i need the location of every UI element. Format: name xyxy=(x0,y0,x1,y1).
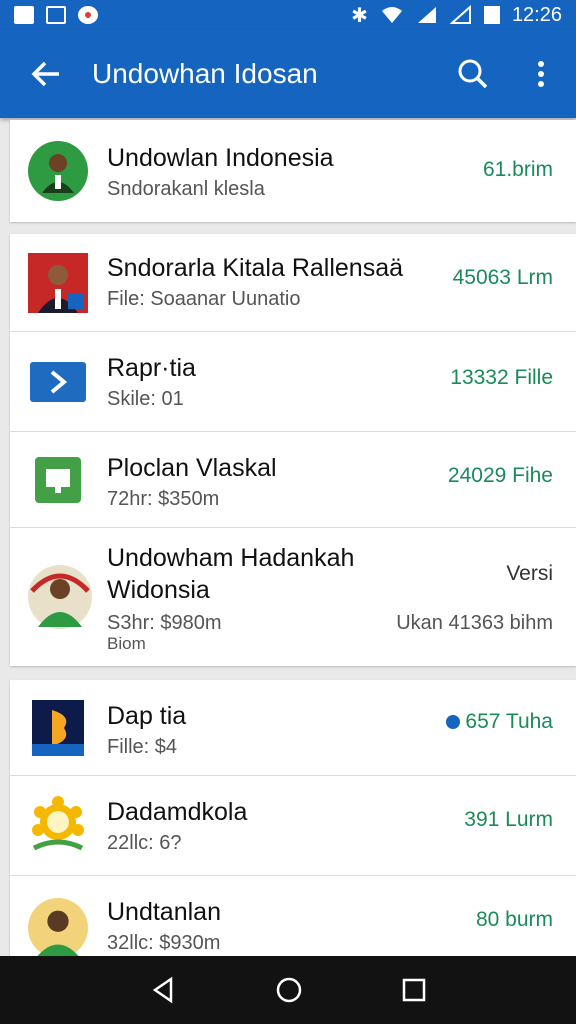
battery-icon xyxy=(483,6,500,24)
avatar xyxy=(28,141,88,201)
item-subtitle: 32llc: $930m xyxy=(107,932,221,954)
item-subtitle: File: Soaanar Uunatio xyxy=(107,288,301,310)
avatar xyxy=(28,565,92,629)
record-notification-icon xyxy=(78,6,98,24)
item-title: Dap tia xyxy=(107,702,187,730)
wifi-icon xyxy=(381,7,402,23)
item-subtitle: S3hr: $980m xyxy=(107,612,222,634)
thumbnail xyxy=(28,795,88,856)
arrow-back-icon xyxy=(31,61,59,87)
signal-icon-2 xyxy=(449,5,471,24)
list-item[interactable]: Rapr·tia Skile: 01 13332 Fille xyxy=(10,332,576,432)
recents-nav-icon[interactable] xyxy=(401,977,427,1003)
item-subtitle: 72hr: $350m xyxy=(107,488,220,510)
item-subtitle: Fille: $4 xyxy=(107,736,178,758)
list-item[interactable]: Undtanlan 32llc: $930m 80 burm xyxy=(10,876,576,958)
item-subtitle-line2: Biom xyxy=(107,634,146,653)
photo-notification-icon xyxy=(46,6,66,24)
sun-icon xyxy=(32,795,84,850)
tag-icon xyxy=(446,715,461,729)
item-meta: 13332 Fille xyxy=(450,366,553,389)
item-title: Undtanlan xyxy=(107,898,221,926)
item-meta: Versi xyxy=(506,562,553,585)
thumbnail xyxy=(28,252,88,313)
item-title: Undowham Hadankah xyxy=(107,544,355,572)
card-1: Undowlan Indonesia Sndorakanl klesla 61.… xyxy=(10,120,576,222)
item-title: Ploclan Vlaskal xyxy=(107,454,277,482)
chevron-right-icon xyxy=(30,361,86,402)
signal-icon xyxy=(417,7,436,23)
item-meta: 61.brim xyxy=(482,158,553,181)
avatar xyxy=(28,898,88,958)
item-meta-line2: Ukan 41363 bihm xyxy=(396,612,553,634)
item-title: Sndorarla Kitala Rallensaä xyxy=(107,254,404,282)
item-title: Rapr·tia xyxy=(107,354,196,382)
monitor-icon xyxy=(35,456,81,503)
item-subtitle: Sndorakanl klesla xyxy=(107,178,265,200)
thumbnail xyxy=(28,450,88,510)
item-title-line2: Widonsia xyxy=(107,576,210,604)
back-nav-icon[interactable] xyxy=(149,976,177,1004)
item-meta: 657 Tuha xyxy=(465,710,553,733)
item-meta: 391 Lurm xyxy=(464,808,553,831)
list-item[interactable]: Ploclan Vlaskal 72hr: $350m 24029 Fihe xyxy=(10,432,576,528)
home-nav-icon[interactable] xyxy=(275,976,303,1004)
page-title: Undowhan Idosan xyxy=(92,58,318,89)
item-meta: 80 burm xyxy=(475,908,553,931)
status-bar: ✱ 12:26 xyxy=(0,0,576,30)
list-item[interactable]: Sndorarla Kitala Rallensaä File: Soaanar… xyxy=(10,234,576,332)
app-notification-icon xyxy=(14,6,34,24)
status-time: 12:26 xyxy=(511,3,562,26)
more-options-button[interactable] xyxy=(506,30,576,118)
item-meta: 45063 Lrm xyxy=(452,266,553,289)
item-meta-wrap: 657 Tuha xyxy=(445,710,553,734)
list-item[interactable]: Undowham Hadankah Widonsia S3hr: $980m B… xyxy=(10,528,576,666)
back-button[interactable] xyxy=(0,30,92,118)
more-vert-icon xyxy=(538,61,544,87)
search-icon xyxy=(458,59,488,89)
item-title: Dadamdkola xyxy=(107,798,248,826)
card-2: Sndorarla Kitala Rallensaä File: Soaanar… xyxy=(10,234,576,666)
list-item[interactable]: Undowlan Indonesia Sndorakanl klesla 61.… xyxy=(10,120,576,222)
list-item[interactable]: Dap tia Fille: $4 657 Tuha xyxy=(10,680,576,776)
thumbnail xyxy=(28,352,88,412)
item-subtitle: Skile: 01 xyxy=(107,388,184,410)
item-meta: 24029 Fihe xyxy=(447,464,553,487)
app-bar: Undowhan Idosan xyxy=(0,30,576,118)
thumbnail xyxy=(28,698,88,758)
item-title: Undowlan Indonesia xyxy=(107,144,334,172)
search-button[interactable] xyxy=(440,30,506,118)
item-subtitle: 22llc: 6? xyxy=(107,832,182,854)
navigation-bar xyxy=(0,956,576,1024)
bluetooth-icon: ✱ xyxy=(351,4,368,27)
card-3: Dap tia Fille: $4 657 Tuha Dadamdkola 22… xyxy=(10,680,576,958)
list-item[interactable]: Dadamdkola 22llc: 6? 391 Lurm xyxy=(10,776,576,876)
